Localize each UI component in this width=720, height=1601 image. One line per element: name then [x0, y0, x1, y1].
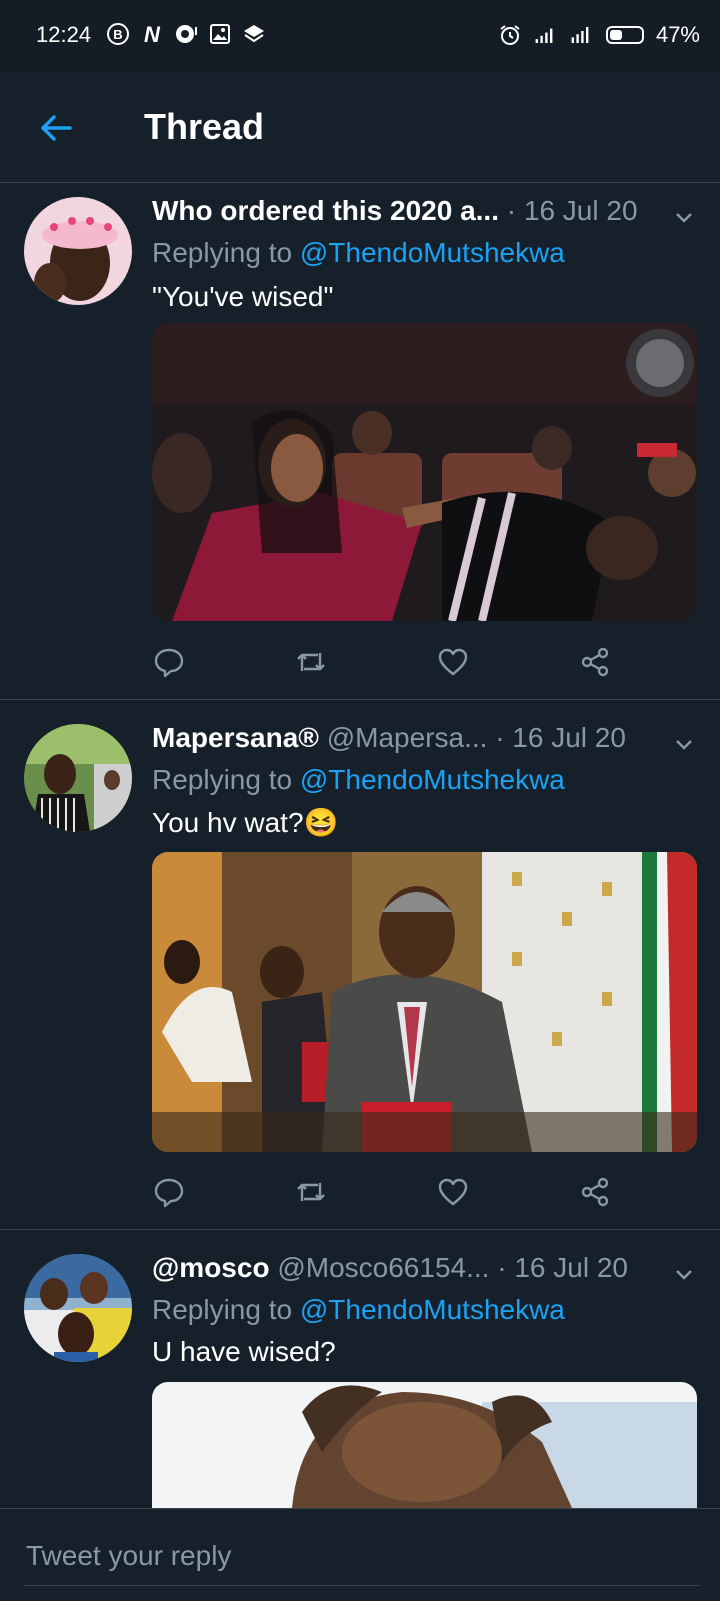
- reply-composer: [0, 1508, 720, 1601]
- reply-icon[interactable]: [152, 645, 186, 679]
- page-title: Thread: [144, 106, 265, 147]
- signal-2-icon: [570, 23, 594, 47]
- replying-to: Replying to @ThendoMutshekwa: [152, 764, 565, 796]
- separator-dot: ·: [495, 722, 505, 753]
- separator-dot: ·: [506, 195, 517, 226]
- avatar[interactable]: [24, 1254, 132, 1362]
- system-icons: 47%: [498, 22, 700, 48]
- author-handle[interactable]: @Mosco66154...: [277, 1252, 489, 1283]
- retweet-icon[interactable]: [294, 645, 328, 679]
- mention-link[interactable]: @ThendoMutshekwa: [300, 764, 565, 795]
- alarm-icon: [498, 23, 522, 47]
- signal-icon: [534, 23, 558, 47]
- chevron-down-icon[interactable]: [672, 205, 696, 229]
- mention-link[interactable]: @ThendoMutshekwa: [300, 237, 565, 268]
- reply-icon[interactable]: [152, 1175, 186, 1209]
- like-heart-icon[interactable]: [436, 645, 470, 679]
- retweet-icon[interactable]: [294, 1175, 328, 1209]
- svg-text:B: B: [113, 27, 122, 42]
- avatar[interactable]: [24, 197, 132, 305]
- status-time: 12:24: [36, 22, 92, 47]
- battery-icon: [605, 26, 644, 44]
- tweet-image[interactable]: [152, 1382, 697, 1508]
- replying-to: Replying to @ThendoMutshekwa: [152, 1294, 565, 1326]
- tweet-image[interactable]: [152, 852, 697, 1152]
- tweet-image[interactable]: [152, 323, 697, 621]
- thread-header: Thread: [0, 72, 720, 183]
- mention-link[interactable]: @ThendoMutshekwa: [300, 1294, 565, 1325]
- author-name[interactable]: Mapersana®: [152, 722, 319, 753]
- chevron-down-icon[interactable]: [672, 732, 696, 756]
- share-icon[interactable]: [578, 1175, 612, 1209]
- share-icon[interactable]: [578, 645, 612, 679]
- layers-icon: [242, 22, 266, 46]
- separator-dot: ·: [497, 1252, 507, 1283]
- author-handle[interactable]: @Mapersa...: [327, 722, 488, 753]
- svg-text:N: N: [144, 22, 161, 46]
- chevron-down-icon[interactable]: [672, 1262, 696, 1286]
- status-bar: 12:24 B N 47%: [0, 0, 720, 72]
- battery-percent: 47%: [655, 22, 700, 47]
- b-notification-icon: B: [106, 22, 130, 46]
- replying-prefix: Replying to: [152, 1294, 300, 1325]
- messenger-icon: [174, 22, 198, 46]
- tweet-text: You hv wat?😆: [152, 807, 339, 838]
- tweet[interactable]: Mapersana® @Mapersa... · 16 Jul 20 Reply…: [0, 700, 720, 1230]
- tweet-meta: Mapersana® @Mapersa... · 16 Jul 20: [152, 722, 697, 760]
- avatar[interactable]: [24, 724, 132, 832]
- tweet-date[interactable]: 16 Jul 20: [524, 195, 638, 226]
- author-name[interactable]: Who ordered this 2020 a...: [152, 195, 499, 226]
- n-app-icon: N: [140, 22, 164, 46]
- tweet-text: "You've wised": [152, 281, 334, 312]
- tweet-date[interactable]: 16 Jul 20: [512, 722, 626, 753]
- replying-to: Replying to @ThendoMutshekwa: [152, 237, 565, 269]
- replying-prefix: Replying to: [152, 764, 300, 795]
- like-heart-icon[interactable]: [436, 1175, 470, 1209]
- tweet-text: U have wised?: [152, 1336, 336, 1367]
- notification-icons: B N: [106, 22, 266, 46]
- tweet[interactable]: Who ordered this 2020 a... · 16 Jul 20 R…: [0, 183, 720, 700]
- replying-prefix: Replying to: [152, 237, 300, 268]
- tweet-actions: [152, 645, 612, 681]
- tweet-meta: @mosco @Mosco66154... · 16 Jul 20: [152, 1252, 697, 1290]
- reply-input[interactable]: [24, 1527, 700, 1586]
- tweet-meta: Who ordered this 2020 a... · 16 Jul 20: [152, 195, 697, 233]
- tweet-actions: [152, 1175, 612, 1211]
- gallery-icon: [208, 22, 232, 46]
- tweet[interactable]: @mosco @Mosco66154... · 16 Jul 20 Replyi…: [0, 1230, 720, 1508]
- author-name[interactable]: @mosco: [152, 1252, 270, 1283]
- back-arrow-icon[interactable]: [36, 108, 76, 148]
- tweet-date[interactable]: 16 Jul 20: [514, 1252, 628, 1283]
